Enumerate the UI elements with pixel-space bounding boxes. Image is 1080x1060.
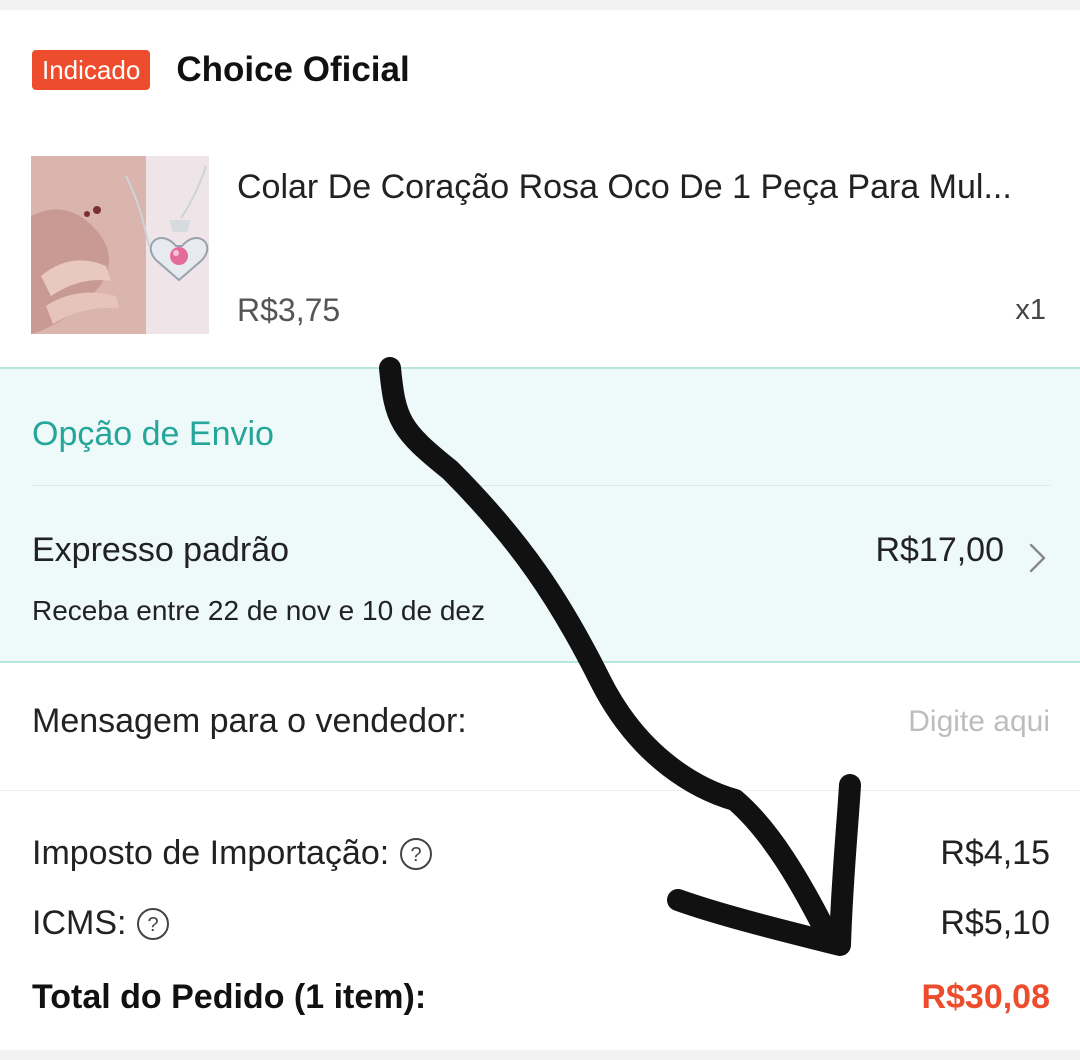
shipping-option-section[interactable]: Opção de Envio Expresso padrão R$17,00 R… [0,367,1080,663]
product-title[interactable]: Colar De Coração Rosa Oco De 1 Peça Para… [237,168,1057,207]
shipping-price: R$17,00 [875,531,1004,569]
shop-name[interactable]: Choice Oficial [176,50,409,90]
divider [0,790,1080,791]
order-card: Indicado Choice Oficial Colar De Coração… [0,10,1080,1050]
message-label: Mensagem para o vendedor: [32,702,467,740]
import-tax-row: Imposto de Importação: ? R$4,15 [32,830,1050,880]
recommended-badge: Indicado [32,50,151,90]
order-total-row: Total do Pedido (1 item): R$30,08 [32,974,1050,1024]
shipping-method[interactable]: Expresso padrão [32,531,289,570]
order-total-value: R$30,08 [921,978,1050,1016]
help-icon[interactable]: ? [399,837,433,871]
icms-value: R$5,10 [940,904,1050,942]
import-tax-label: Imposto de Importação: [32,834,390,872]
import-tax-label-group: Imposto de Importação: ? [32,834,433,873]
import-tax-value: R$4,15 [940,834,1050,872]
help-icon[interactable]: ? [136,907,170,941]
product-quantity: x1 [1015,294,1046,326]
order-total-label: Total do Pedido (1 item): [32,978,427,1016]
icms-label-group: ICMS: ? [32,904,170,943]
necklace-photo-icon [31,156,209,334]
product-price: R$3,75 [237,292,341,328]
chevron-right-icon[interactable] [1026,541,1050,575]
svg-text:?: ? [411,844,422,866]
shipping-section-title: Opção de Envio [32,415,274,453]
shop-header[interactable]: Indicado Choice Oficial [32,48,410,92]
divider [32,485,1050,486]
icms-row: ICMS: ? R$5,10 [32,900,1050,950]
svg-text:?: ? [148,914,159,936]
delivery-estimate: Receba entre 22 de nov e 10 de dez [32,595,486,626]
message-input[interactable] [630,700,1050,744]
icms-label: ICMS: [32,904,127,942]
checkout-page: Indicado Choice Oficial Colar De Coração… [0,0,1080,1060]
product-thumbnail[interactable] [31,156,209,334]
